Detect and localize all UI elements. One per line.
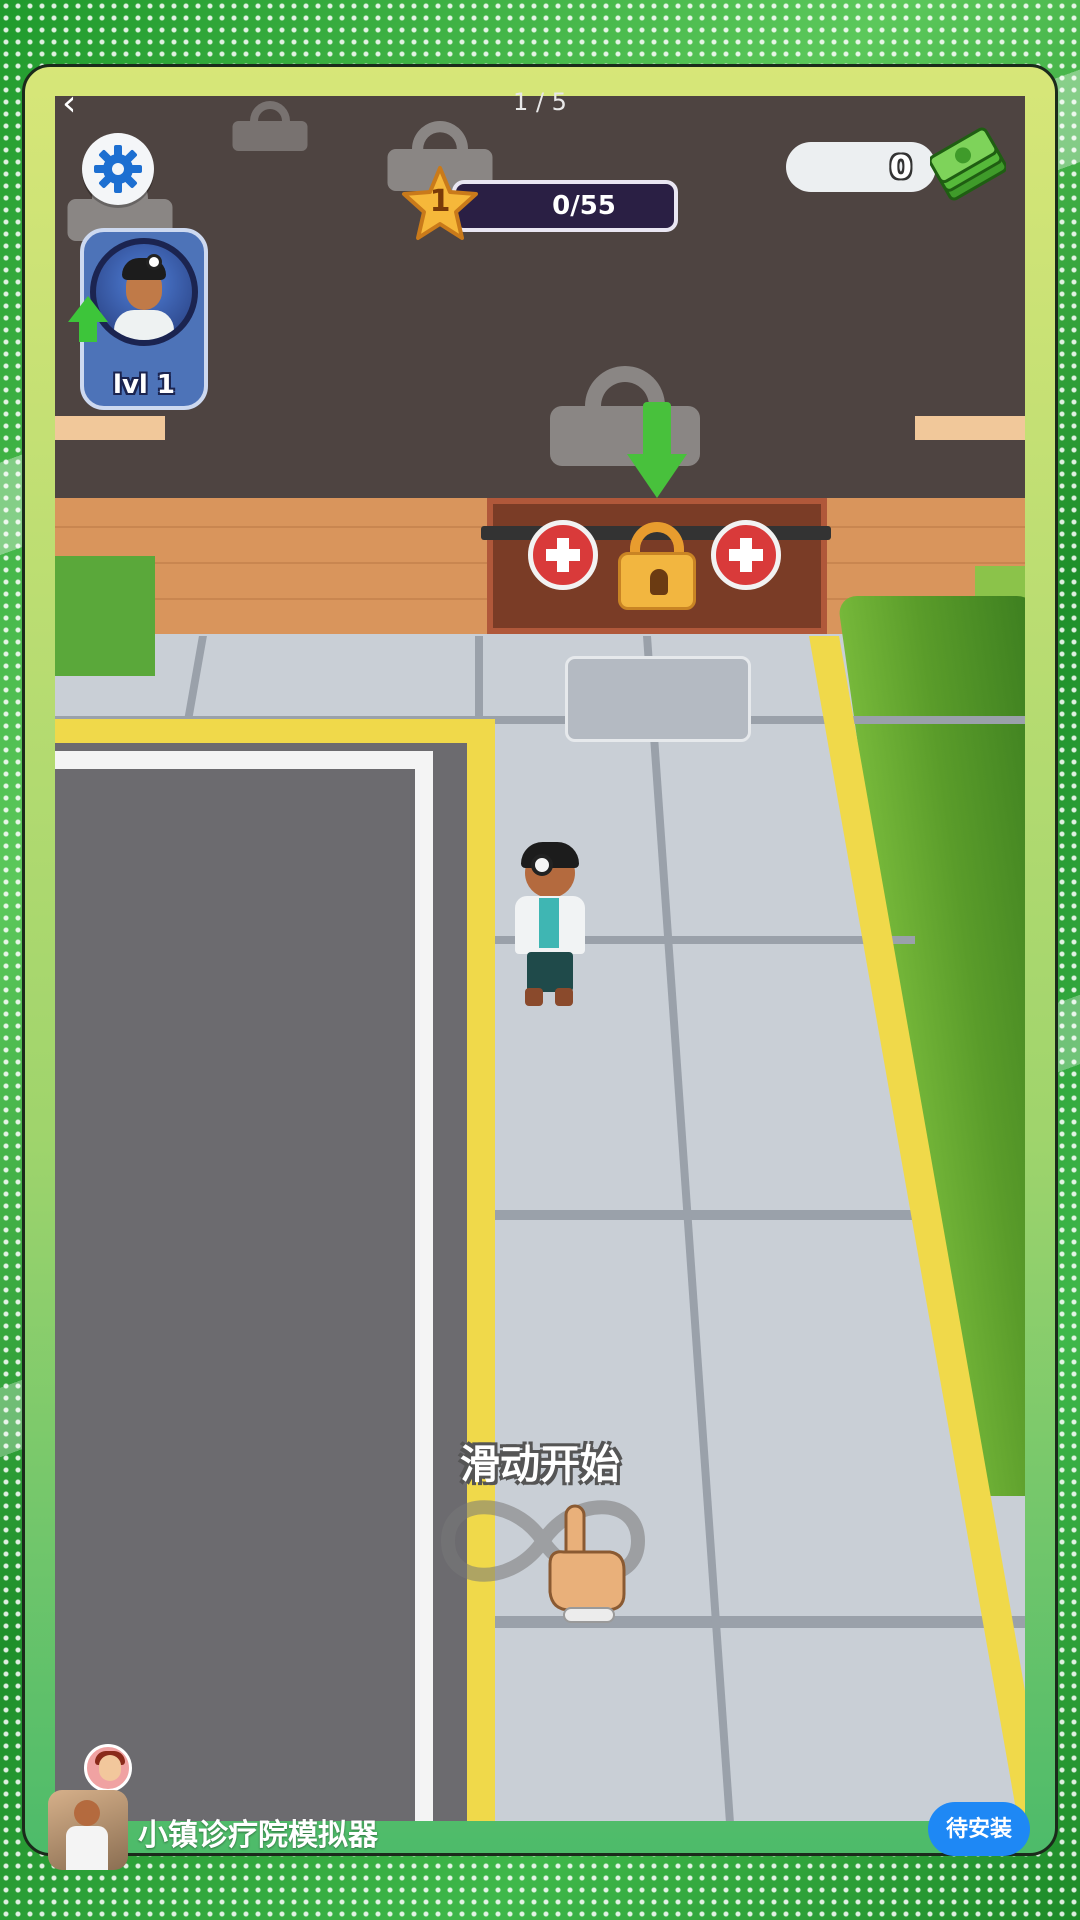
- locked-area-icon: [232, 101, 308, 151]
- settings-button[interactable]: [82, 133, 154, 205]
- app-title[interactable]: 小镇诊疗院模拟器: [138, 1810, 378, 1854]
- xp-progress-text: 0/55: [552, 191, 616, 221]
- tile-line: [495, 1210, 935, 1220]
- medical-cross-icon: [711, 520, 781, 590]
- pointing-hand-icon: [548, 1504, 626, 1623]
- down-arrow-indicator-icon: [627, 402, 687, 502]
- gear-icon: [94, 145, 142, 193]
- cash-amount: 0: [889, 148, 912, 186]
- road: [55, 743, 467, 1821]
- cash-stack-icon: [930, 127, 1006, 201]
- roof-edge: [915, 416, 1025, 440]
- door-padlock-icon[interactable]: [618, 522, 696, 612]
- tile-line: [183, 636, 207, 726]
- swipe-hint-text: 滑动开始: [460, 1442, 620, 1488]
- hedge-right: [837, 596, 1025, 1496]
- star-level-number: 1: [429, 184, 451, 219]
- curb-top: [55, 719, 495, 743]
- page-indicator: 1 / 5: [513, 88, 567, 116]
- spawn-zone: [565, 656, 751, 742]
- curb-left: [467, 719, 495, 1821]
- chevron-left-icon: ‹: [62, 83, 77, 124]
- star-level-badge: 1: [400, 164, 480, 244]
- tile-line: [643, 636, 735, 1821]
- xp-progress-bar: 0/55: [452, 180, 678, 232]
- tile-line: [475, 636, 483, 726]
- install-button[interactable]: 待安装: [928, 1802, 1030, 1856]
- user-avatar: [84, 1744, 132, 1792]
- player-level-label: lvl 1: [113, 370, 175, 400]
- hedge-left: [55, 556, 155, 676]
- level-up-arrow-icon: [68, 296, 108, 344]
- back-button[interactable]: ‹: [62, 84, 96, 124]
- roof-edge: [55, 416, 165, 440]
- road-marking: [55, 751, 431, 769]
- road-marking: [415, 751, 433, 1821]
- cash-counter: 0: [786, 142, 936, 192]
- medical-cross-icon: [528, 520, 598, 590]
- app-icon[interactable]: [48, 1790, 128, 1870]
- doctor-character: [503, 842, 599, 1008]
